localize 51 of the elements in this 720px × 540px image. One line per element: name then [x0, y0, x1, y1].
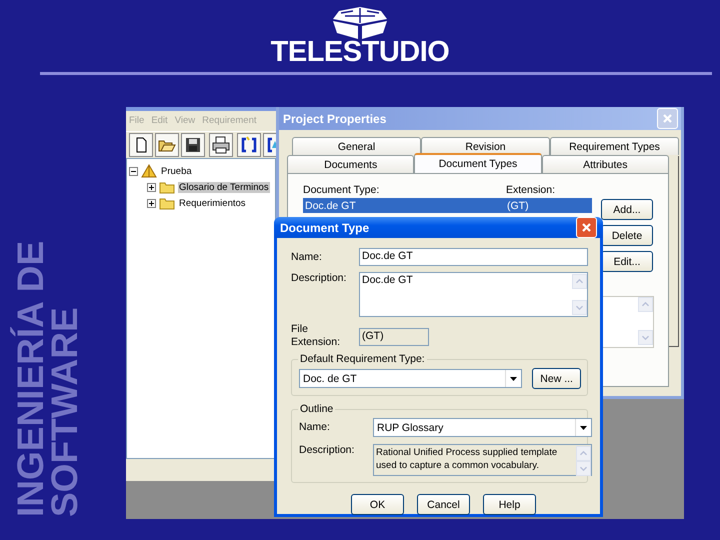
logo-text: TELESTUDIO: [270, 40, 450, 64]
field-label: Description:: [291, 272, 348, 284]
dropdown-field[interactable]: RUP Glossary: [373, 418, 592, 437]
side-title: SOFTWARE: [48, 306, 82, 517]
dialog-button[interactable]: OK: [351, 494, 404, 515]
printer-icon[interactable]: [209, 132, 233, 156]
tab[interactable]: Requirement Types: [550, 137, 679, 155]
dialog-button[interactable]: Delete: [601, 225, 653, 246]
field-label: File Extension:: [291, 323, 340, 349]
group-label: Outline: [298, 403, 336, 415]
list-row[interactable]: Doc.de GT (GT): [303, 198, 592, 213]
group-label: Default Requirement Type:: [298, 353, 427, 365]
description-field: Rational Unified Process supplied template used to capture a common vocabulary.: [373, 444, 592, 476]
dialog-title: Document Type: [280, 220, 370, 234]
tab[interactable]: Attributes: [542, 155, 669, 173]
dialog-button[interactable]: Edit...: [601, 251, 653, 272]
tab[interactable]: Revision: [421, 137, 550, 155]
tree-item[interactable]: Prueba: [160, 166, 193, 176]
dialog-title: Project Properties: [283, 112, 386, 126]
tree-toggle[interactable]: [147, 198, 156, 208]
close-icon: [661, 112, 674, 125]
tab[interactable]: General: [292, 137, 421, 155]
field-label: Name:: [291, 251, 323, 263]
tree-item[interactable]: Requerimientos: [178, 198, 247, 208]
new-file-icon[interactable]: [129, 132, 153, 156]
dropdown-field[interactable]: Doc. de GT: [299, 369, 522, 388]
tree-toggle[interactable]: [147, 182, 156, 192]
tab[interactable]: Document Types: [414, 153, 542, 173]
pyramid-icon: [141, 164, 157, 178]
new-button[interactable]: New ...: [532, 368, 581, 389]
field-label: Name:: [299, 421, 331, 433]
dialog-button[interactable]: Cancel: [417, 494, 470, 515]
tab[interactable]: Documents: [287, 155, 414, 173]
caret-icon: [510, 376, 518, 380]
logo-icon: [331, 7, 389, 39]
caret-icon: [580, 426, 587, 430]
close-icon: [580, 221, 593, 234]
extension-field: (GT): [359, 328, 429, 346]
dialog-button[interactable]: Add...: [601, 199, 653, 220]
folder-icon: [159, 196, 175, 210]
open-folder-icon[interactable]: [155, 132, 179, 156]
bracket-icon[interactable]: [237, 132, 261, 156]
tree-item[interactable]: Glosario de Terminos: [178, 182, 270, 192]
name-field[interactable]: Doc.de GT: [359, 248, 588, 266]
folder-icon: [159, 180, 175, 194]
dialog-button[interactable]: Help: [483, 494, 536, 515]
column-header: Extension:: [506, 184, 556, 196]
column-header: Document Type:: [303, 184, 380, 196]
field-label: Description:: [299, 444, 356, 456]
tree-toggle[interactable]: [129, 166, 138, 176]
close-button[interactable]: [576, 217, 597, 238]
